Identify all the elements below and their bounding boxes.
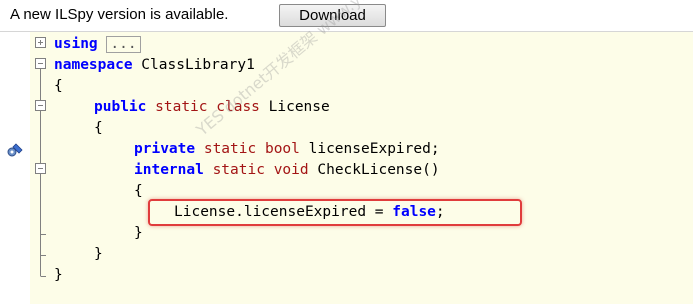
code-line-brace: { <box>134 183 143 199</box>
keyword-using: using <box>54 36 98 52</box>
code-line-brace: { <box>54 78 63 94</box>
class-name: License <box>259 99 330 115</box>
keyword-static: static <box>203 141 257 157</box>
method-name: CheckLicense() <box>308 162 440 178</box>
keyword-static: static <box>212 162 265 178</box>
code-line-brace: } <box>54 267 63 283</box>
code-line-brace: { <box>94 120 103 136</box>
namespace-name: ClassLibrary1 <box>132 57 255 73</box>
keyword-private: private <box>134 141 196 157</box>
field-name: licenseExpired; <box>299 141 440 157</box>
keyword-namespace: namespace <box>54 57 133 73</box>
keyword-void: void <box>273 162 309 178</box>
code-line-namespace: namespace ClassLibrary1 <box>54 55 255 76</box>
keyword-public: public <box>94 99 147 115</box>
code-line-using: using ... <box>54 34 141 55</box>
code-line-brace: } <box>94 246 103 262</box>
highlight-box <box>148 199 522 226</box>
code-line-method-decl: internal static void CheckLicense() <box>134 160 440 181</box>
code-line-brace: } <box>134 225 143 241</box>
code-line-field: private static bool licenseExpired; <box>134 139 440 160</box>
code-editor[interactable]: using ... namespace ClassLibrary1 { publ… <box>30 0 693 304</box>
update-message: A new ILSpy version is available. <box>10 6 229 23</box>
collapsed-region[interactable]: ... <box>106 36 141 53</box>
keyword-internal: internal <box>134 162 204 178</box>
keyword-bool: bool <box>264 141 300 157</box>
bookmark-debug-icon <box>7 143 23 157</box>
icon-margin <box>0 32 30 304</box>
